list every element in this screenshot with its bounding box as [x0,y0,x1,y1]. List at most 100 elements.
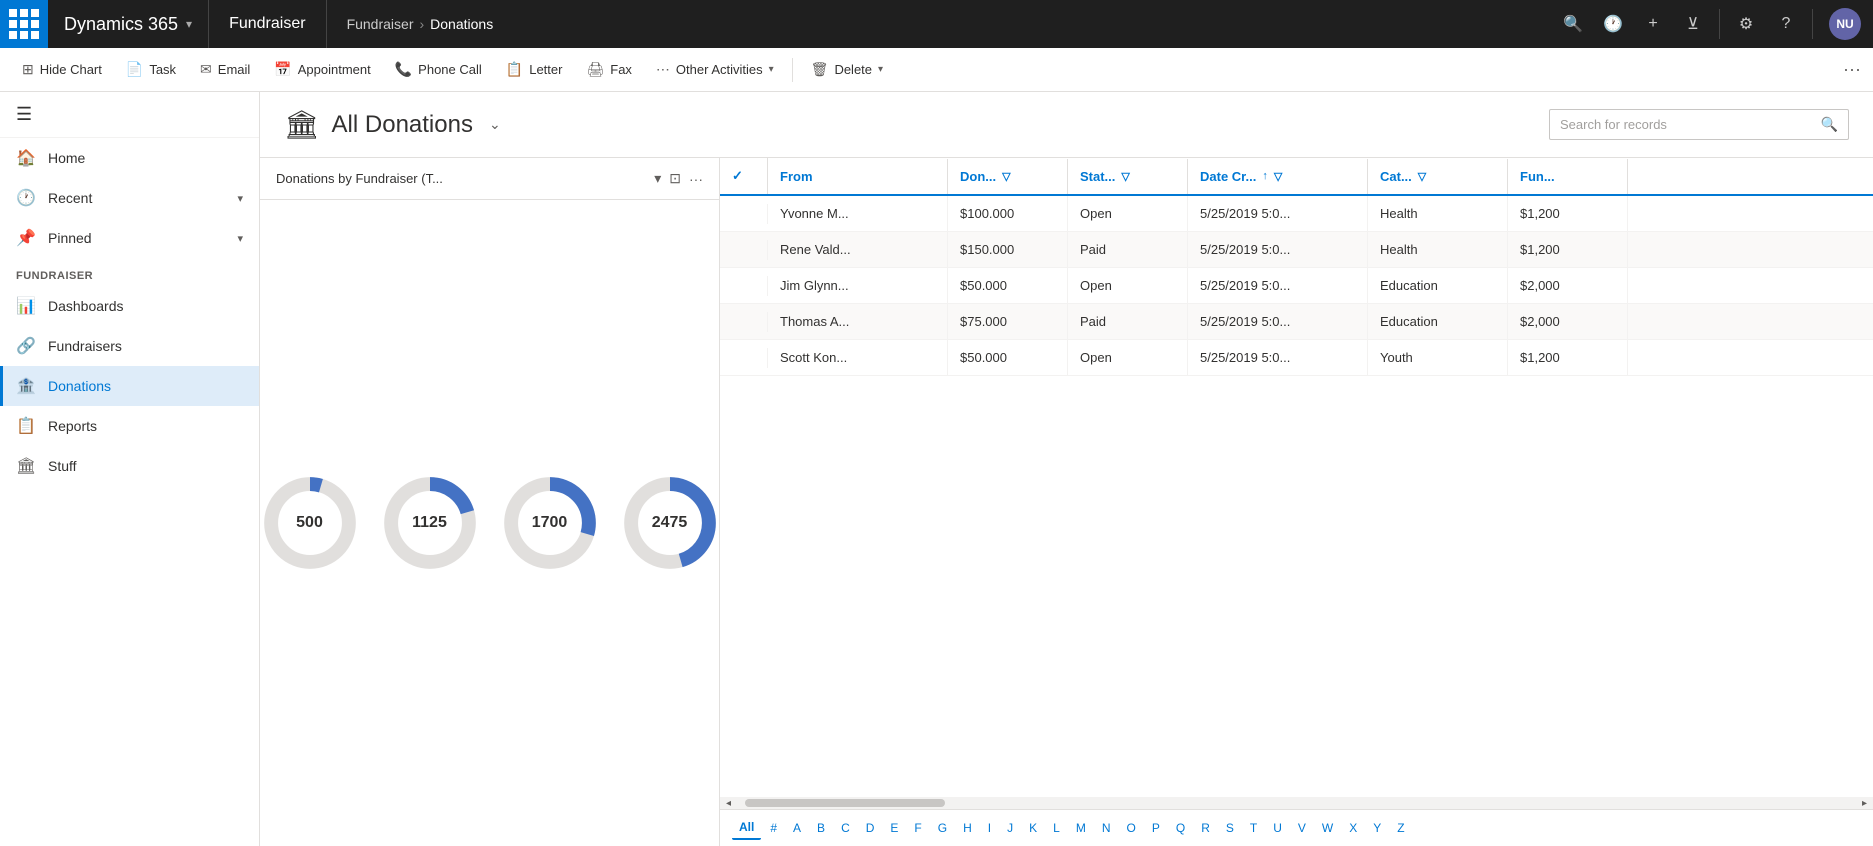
sidebar-item-home[interactable]: 🏠 Home [0,138,259,178]
col-header-cat[interactable]: Cat... ▽ [1368,159,1508,194]
search-box[interactable]: Search for records 🔍 [1549,109,1849,140]
alpha-a[interactable]: A [786,817,808,839]
alpha-y[interactable]: Y [1366,817,1388,839]
row1-check [720,204,768,224]
alpha-c[interactable]: C [834,817,857,839]
page-title-chevron[interactable]: ⌄ [489,116,501,133]
alpha-o[interactable]: O [1120,817,1143,839]
app-grid-button[interactable] [0,0,48,48]
app-name-chevron[interactable]: ▾ [186,17,192,31]
table-row[interactable]: Rene Vald... $150.000 Paid 5/25/2019 5:0… [720,232,1873,268]
phone-call-button[interactable]: 📞 Phone Call [385,55,492,84]
alpha-k[interactable]: K [1022,817,1044,839]
row4-from: Thomas A... [768,304,948,339]
help-button[interactable]: ? [1768,6,1804,42]
alpha-w[interactable]: W [1315,817,1340,839]
letter-label: Letter [529,62,562,77]
user-avatar[interactable]: NU [1829,8,1861,40]
row2-cat: Health [1368,232,1508,267]
scroll-right-arrow[interactable]: ▸ [1858,798,1871,809]
task-button[interactable]: 📄 Task [116,55,186,84]
col-header-fun[interactable]: Fun... [1508,159,1628,194]
col-header-check[interactable]: ✓ [720,158,768,194]
alpha-d[interactable]: D [859,817,882,839]
appointment-button[interactable]: 📅 Appointment [264,55,380,84]
table-row[interactable]: Jim Glynn... $50.000 Open 5/25/2019 5:0.… [720,268,1873,304]
sidebar-item-pinned[interactable]: 📌 Pinned ▾ [0,218,259,258]
don-filter-icon[interactable]: ▽ [1002,170,1010,183]
date-filter-icon[interactable]: ▽ [1274,170,1282,183]
page-header: 🏛 All Donations ⌄ Search for records 🔍 [260,92,1873,158]
sidebar-item-stuff[interactable]: 🏛 Stuff [0,446,259,486]
delete-icon: 🗑 [811,61,829,78]
alpha-z[interactable]: Z [1390,817,1411,839]
alpha-f[interactable]: F [907,817,928,839]
chart-chevron[interactable]: ▾ [654,170,661,187]
sidebar-item-reports[interactable]: 📋 Reports [0,406,259,446]
alpha-p[interactable]: P [1145,817,1167,839]
alpha-all[interactable]: All [732,816,761,840]
col-date-label: Date Cr... [1200,169,1256,184]
table-row[interactable]: Thomas A... $75.000 Paid 5/25/2019 5:0..… [720,304,1873,340]
search-icon[interactable]: 🔍 [1821,116,1838,133]
more-button[interactable]: ··· [1843,59,1861,80]
module-name[interactable]: Fundraiser [209,0,326,48]
letter-button[interactable]: 📋 Letter [496,55,573,84]
cat-filter-icon[interactable]: ▽ [1418,170,1426,183]
breadcrumb-fundraiser[interactable]: Fundraiser [347,16,414,32]
scroll-left-arrow[interactable]: ◂ [722,798,735,809]
alpha-u[interactable]: U [1266,817,1289,839]
alpha-s[interactable]: S [1219,817,1241,839]
new-record-button[interactable]: + [1635,6,1671,42]
row4-don: $75.000 [948,304,1068,339]
alpha-r[interactable]: R [1194,817,1217,839]
app-name[interactable]: Dynamics 365 ▾ [48,0,209,48]
sidebar-item-fundraisers[interactable]: 🔗 Fundraisers [0,326,259,366]
col-header-from[interactable]: From [768,159,948,194]
row2-stat: Paid [1068,232,1188,267]
delete-button[interactable]: 🗑 Delete ▾ [801,55,893,84]
recent-button[interactable]: 🕐 [1595,6,1631,42]
alpha-h[interactable]: H [956,817,979,839]
stat-filter-icon[interactable]: ▽ [1121,170,1129,183]
alpha-q[interactable]: Q [1169,817,1192,839]
fax-button[interactable]: 🖨 Fax [576,55,641,84]
alpha-v[interactable]: V [1291,817,1313,839]
alpha-l[interactable]: L [1046,817,1067,839]
col-header-stat[interactable]: Stat... ▽ [1068,159,1188,194]
recent-expand-icon: ▾ [237,192,243,205]
chart-more-icon[interactable]: ··· [689,171,703,187]
col-header-date[interactable]: Date Cr... ↑ ▽ [1188,159,1368,194]
table-row[interactable]: Scott Kon... $50.000 Open 5/25/2019 5:0.… [720,340,1873,376]
scroll-thumb[interactable] [745,799,945,807]
alpha-b[interactable]: B [810,817,832,839]
sidebar-pinned-label: Pinned [48,230,92,246]
hide-chart-button[interactable]: ⊞ Hide Chart [12,55,112,84]
sidebar-item-dashboards[interactable]: 📊 Dashboards [0,286,259,326]
alpha-m[interactable]: M [1069,817,1093,839]
alpha-n[interactable]: N [1095,817,1118,839]
email-button[interactable]: ✉ Email [190,55,260,84]
col-header-don[interactable]: Don... ▽ [948,159,1068,194]
grid-body[interactable]: Yvonne M... $100.000 Open 5/25/2019 5:0.… [720,196,1873,797]
main-layout: ☰ 🏠 Home 🕐 Recent ▾ 📌 Pinned ▾ Fundraise… [0,92,1873,846]
filter-button[interactable]: ⊻ [1675,6,1711,42]
alpha-e[interactable]: E [883,817,905,839]
search-button[interactable]: 🔍 [1555,6,1591,42]
other-activities-button[interactable]: ⋯ Other Activities ▾ [646,55,784,84]
alpha-i[interactable]: I [981,817,998,839]
horizontal-scrollbar[interactable]: ◂ ▸ [720,797,1873,809]
alpha-x[interactable]: X [1342,817,1364,839]
table-row[interactable]: Yvonne M... $100.000 Open 5/25/2019 5:0.… [720,196,1873,232]
hamburger-menu[interactable]: ☰ [0,92,259,138]
chart-expand-icon[interactable]: ⊡ [669,170,681,187]
sidebar-item-donations[interactable]: 🏦 Donations [0,366,259,406]
sidebar-item-recent[interactable]: 🕐 Recent ▾ [0,178,259,218]
row5-date: 5/25/2019 5:0... [1188,340,1368,375]
alpha-j[interactable]: J [1000,817,1020,839]
alpha-t[interactable]: T [1243,817,1264,839]
settings-button[interactable]: ⚙ [1728,6,1764,42]
alpha-hash[interactable]: # [763,817,784,839]
date-sort-icon[interactable]: ↑ [1262,170,1268,182]
alpha-g[interactable]: G [931,817,954,839]
